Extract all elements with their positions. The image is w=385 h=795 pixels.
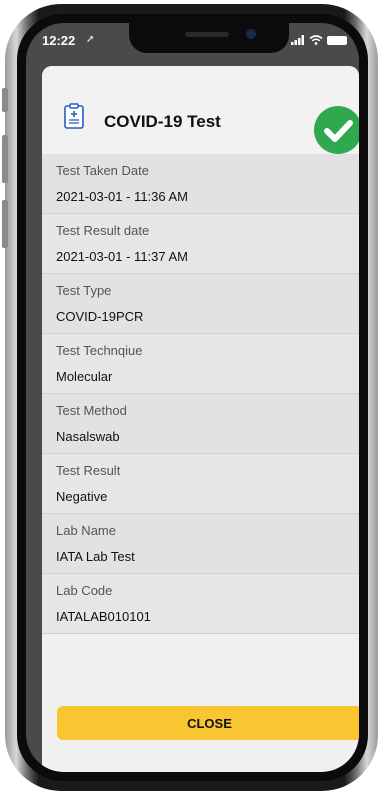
detail-label: Test Method xyxy=(56,403,127,418)
check-circle-icon xyxy=(314,106,359,154)
status-bar: 12:22 ➚ xyxy=(26,23,359,63)
detail-value: Nasalswab xyxy=(56,429,120,444)
detail-row-test-method: Test Method Nasalswab xyxy=(42,394,359,454)
detail-label: Test Taken Date xyxy=(56,163,149,178)
mute-switch xyxy=(2,88,8,112)
clipboard-medical-icon xyxy=(64,103,84,129)
detail-label: Test Result xyxy=(56,463,121,478)
sheet-header: COVID-19 Test xyxy=(42,66,359,154)
detail-row-test-taken-date: Test Taken Date 2021-03-01 - 11:36 AM xyxy=(42,154,359,214)
detail-value: 2021-03-01 - 11:37 AM xyxy=(56,249,189,264)
detail-row-test-technique: Test Technqiue Molecular xyxy=(42,334,359,394)
status-icons xyxy=(291,35,347,45)
test-detail-sheet: COVID-19 Test Test Taken Date 2021-03-01… xyxy=(42,66,359,772)
location-arrow-icon: ➚ xyxy=(86,34,95,45)
notch xyxy=(129,23,289,53)
detail-label: Test Result date xyxy=(56,223,150,238)
page-title: COVID-19 Test xyxy=(104,112,221,131)
close-button[interactable]: CLOSE xyxy=(57,706,359,740)
phone-screen: 12:22 ➚ COVID-19 Test Test Taken Date 20… xyxy=(26,23,359,772)
front-camera xyxy=(246,29,256,39)
volume-down-button xyxy=(2,200,8,248)
battery-icon xyxy=(327,35,347,45)
detail-row-test-type: Test Type COVID-19PCR xyxy=(42,274,359,334)
status-time: 12:22 xyxy=(42,33,76,48)
wifi-icon xyxy=(309,35,323,45)
detail-list: Test Taken Date 2021-03-01 - 11:36 AM Te… xyxy=(42,154,359,634)
detail-label: Test Type xyxy=(56,283,112,298)
detail-row-lab-code: Lab Code IATALAB010101 xyxy=(42,574,359,634)
signal-icon xyxy=(291,35,304,45)
detail-value: IATA Lab Test xyxy=(56,549,135,564)
detail-value: COVID-19PCR xyxy=(56,309,144,324)
volume-up-button xyxy=(2,135,8,183)
detail-value: Molecular xyxy=(56,369,113,384)
speaker-grille xyxy=(185,32,229,37)
detail-label: Test Technqiue xyxy=(56,343,143,358)
detail-value: Negative xyxy=(56,489,108,504)
detail-value: IATALAB010101 xyxy=(56,609,151,624)
detail-label: Lab Name xyxy=(56,523,116,538)
detail-label: Lab Code xyxy=(56,583,113,598)
detail-value: 2021-03-01 - 11:36 AM xyxy=(56,189,189,204)
detail-row-test-result-date: Test Result date 2021-03-01 - 11:37 AM xyxy=(42,214,359,274)
detail-row-lab-name: Lab Name IATA Lab Test xyxy=(42,514,359,574)
detail-row-test-result: Test Result Negative xyxy=(42,454,359,514)
